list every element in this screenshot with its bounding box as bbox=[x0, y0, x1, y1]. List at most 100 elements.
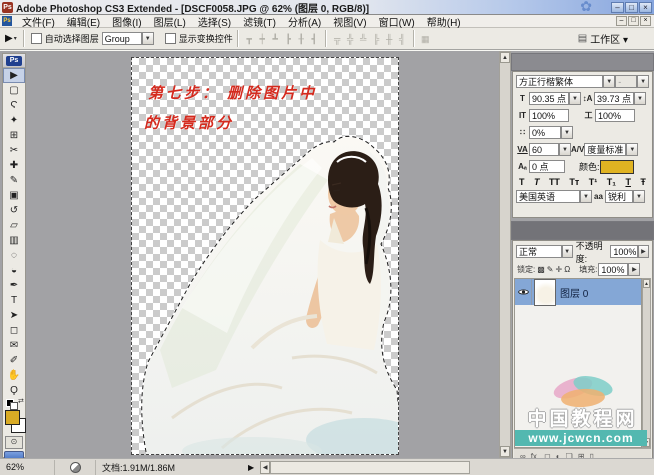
align-vertical-centers-icon[interactable]: ┿ bbox=[257, 32, 268, 46]
menu-help[interactable]: 帮助(H) bbox=[421, 14, 467, 29]
auto-select-dropdown-icon[interactable]: ▼ bbox=[141, 32, 154, 45]
tool-healing-brush[interactable]: ✚ bbox=[3, 158, 25, 173]
tool-shape[interactable]: ◻ bbox=[3, 323, 25, 338]
show-transform-controls-checkbox[interactable] bbox=[164, 33, 176, 44]
align-bottom-edges-icon[interactable]: ┻ bbox=[270, 32, 281, 46]
leading-dropdown-icon[interactable]: ▼ bbox=[634, 92, 646, 105]
align-horizontal-centers-icon[interactable]: ╂ bbox=[296, 32, 307, 46]
auto-select-value[interactable]: Group bbox=[101, 32, 142, 45]
quick-mask-button[interactable]: ⊙ bbox=[5, 436, 23, 449]
doc-minimize-button[interactable]: – bbox=[616, 16, 627, 26]
foreground-color-swatch[interactable] bbox=[5, 410, 20, 425]
document-vertical-scrollbar[interactable]: ▲ ▼ bbox=[499, 51, 511, 458]
tool-notes[interactable]: ✉ bbox=[3, 338, 25, 353]
distribute-right-edges-icon[interactable]: ╣ bbox=[397, 32, 408, 46]
layers-panel-header[interactable] bbox=[511, 221, 654, 240]
doc-restore-button[interactable]: □ bbox=[628, 16, 639, 26]
lock-position-icon[interactable]: ✛ bbox=[556, 265, 563, 274]
blend-mode-dropdown-icon[interactable]: ▼ bbox=[561, 245, 573, 258]
align-top-edges-icon[interactable]: ┳ bbox=[244, 32, 255, 46]
character-panel-header[interactable] bbox=[511, 53, 654, 71]
align-left-edges-icon[interactable]: ┣ bbox=[283, 32, 294, 46]
tool-eyedropper[interactable]: ✐ bbox=[3, 353, 25, 368]
proportional-spacing-dropdown-icon[interactable]: ▼ bbox=[561, 126, 573, 139]
opacity-slider-icon[interactable]: ▶ bbox=[637, 245, 649, 258]
font-family-select[interactable]: 方正行楷繁体 bbox=[516, 75, 604, 88]
font-style-dropdown-icon[interactable]: ▼ bbox=[637, 75, 650, 88]
scroll-left-icon[interactable]: ◀ bbox=[260, 460, 271, 474]
small-caps-button[interactable]: Tт bbox=[569, 177, 579, 187]
auto-select-layer-checkbox[interactable] bbox=[30, 33, 42, 44]
restore-button[interactable]: □ bbox=[625, 2, 638, 13]
menu-file[interactable]: 文件(F) bbox=[16, 14, 61, 29]
minimize-button[interactable]: – bbox=[611, 2, 624, 13]
document-canvas[interactable]: 第七步： 删除图片中 的背景部分 bbox=[131, 57, 399, 455]
superscript-button[interactable]: T¹ bbox=[589, 177, 598, 187]
strikethrough-button[interactable]: Ŧ bbox=[640, 177, 646, 187]
menu-window[interactable]: 窗口(W) bbox=[373, 14, 421, 29]
underline-button[interactable]: T bbox=[625, 177, 631, 187]
distribute-left-edges-icon[interactable]: ╠ bbox=[371, 32, 382, 46]
tool-zoom[interactable]: Ϙ bbox=[3, 383, 25, 398]
tool-preset-arrow-icon[interactable]: ▾ bbox=[14, 35, 17, 42]
scroll-down-icon[interactable]: ▼ bbox=[500, 446, 510, 457]
proportional-spacing-field[interactable]: 0% bbox=[529, 126, 561, 139]
status-flyout-icon[interactable]: ▶ bbox=[248, 463, 254, 472]
menu-view[interactable]: 视图(V) bbox=[327, 14, 372, 29]
layer-thumbnail[interactable] bbox=[534, 278, 556, 306]
anti-alias-select[interactable]: 锐利 bbox=[605, 190, 633, 203]
default-colors-icon[interactable]: ⇄ bbox=[6, 397, 25, 410]
tool-type[interactable]: T bbox=[3, 293, 25, 308]
tool-history-brush[interactable]: ↺ bbox=[3, 203, 25, 218]
font-family-dropdown-icon[interactable]: ▼ bbox=[603, 75, 616, 88]
baseline-shift-field[interactable]: 0 点 bbox=[529, 160, 565, 173]
doc-close-button[interactable]: × bbox=[640, 16, 651, 26]
text-color-swatch[interactable] bbox=[599, 159, 634, 174]
font-style-select[interactable]: - bbox=[615, 75, 638, 88]
tool-slice[interactable]: ✂ bbox=[3, 143, 25, 158]
tool-lasso[interactable]: Ϛ bbox=[3, 98, 25, 113]
scroll-up-icon[interactable]: ▲ bbox=[500, 52, 510, 63]
tool-crop[interactable]: ⊞ bbox=[3, 128, 25, 143]
menu-select[interactable]: 选择(S) bbox=[192, 14, 237, 29]
swap-colors-icon[interactable]: ⇄ bbox=[18, 397, 24, 405]
tool-eraser[interactable]: ▱ bbox=[3, 218, 25, 233]
tool-clone-stamp[interactable]: ▣ bbox=[3, 188, 25, 203]
tool-dodge[interactable]: ◒ bbox=[3, 263, 25, 278]
layers-scrollbar[interactable]: ▲ ▼ bbox=[642, 278, 651, 448]
menu-image[interactable]: 图像(I) bbox=[106, 14, 147, 29]
layers-scroll-up-icon[interactable]: ▲ bbox=[643, 279, 650, 288]
layer-name[interactable]: 图层 0 bbox=[560, 285, 588, 300]
tool-path-selection[interactable]: ➤ bbox=[3, 308, 25, 323]
kerning-dropdown-icon[interactable]: ▼ bbox=[626, 143, 639, 156]
toolbox-header[interactable]: Ps bbox=[3, 54, 25, 68]
zoom-level-field[interactable]: 62% bbox=[0, 459, 55, 475]
tracking-field[interactable]: 60 bbox=[529, 143, 559, 156]
vertical-scale-field[interactable]: 100% bbox=[529, 109, 569, 122]
leading-field[interactable]: 39.73 点 bbox=[594, 92, 634, 105]
menu-analysis[interactable]: 分析(A) bbox=[282, 14, 327, 29]
menu-edit[interactable]: 编辑(E) bbox=[61, 14, 106, 29]
subscript-button[interactable]: T₁ bbox=[607, 177, 616, 187]
faux-italic-button[interactable]: T bbox=[534, 177, 540, 187]
language-select[interactable]: 美国英语 bbox=[516, 190, 580, 203]
tool-gradient[interactable]: ▥ bbox=[3, 233, 25, 248]
lock-transparency-icon[interactable]: ▩ bbox=[537, 265, 545, 274]
auto-align-layers-icon[interactable]: ▦ bbox=[420, 32, 431, 46]
tool-rectangular-marquee[interactable]: ▢ bbox=[3, 83, 25, 98]
visibility-toggle[interactable] bbox=[515, 279, 532, 305]
lock-pixels-icon[interactable]: ✎ bbox=[547, 265, 554, 274]
font-size-field[interactable]: 90.35 点 bbox=[529, 92, 569, 105]
distribute-top-edges-icon[interactable]: ╦ bbox=[332, 32, 343, 46]
layer-row[interactable]: 图层 0 bbox=[515, 278, 641, 306]
opacity-field[interactable]: 100% bbox=[610, 245, 638, 258]
close-button[interactable]: × bbox=[639, 2, 652, 13]
tool-quick-selection[interactable]: ✦ bbox=[3, 113, 25, 128]
fill-field[interactable]: 100% bbox=[598, 263, 629, 276]
align-right-edges-icon[interactable]: ┫ bbox=[309, 32, 320, 46]
horizontal-scale-field[interactable]: 100% bbox=[595, 109, 635, 122]
language-dropdown-icon[interactable]: ▼ bbox=[580, 190, 592, 203]
distribute-vertical-centers-icon[interactable]: ╬ bbox=[345, 32, 356, 46]
tool-move[interactable]: ▶ bbox=[3, 68, 25, 83]
distribute-horizontal-centers-icon[interactable]: ╫ bbox=[384, 32, 395, 46]
